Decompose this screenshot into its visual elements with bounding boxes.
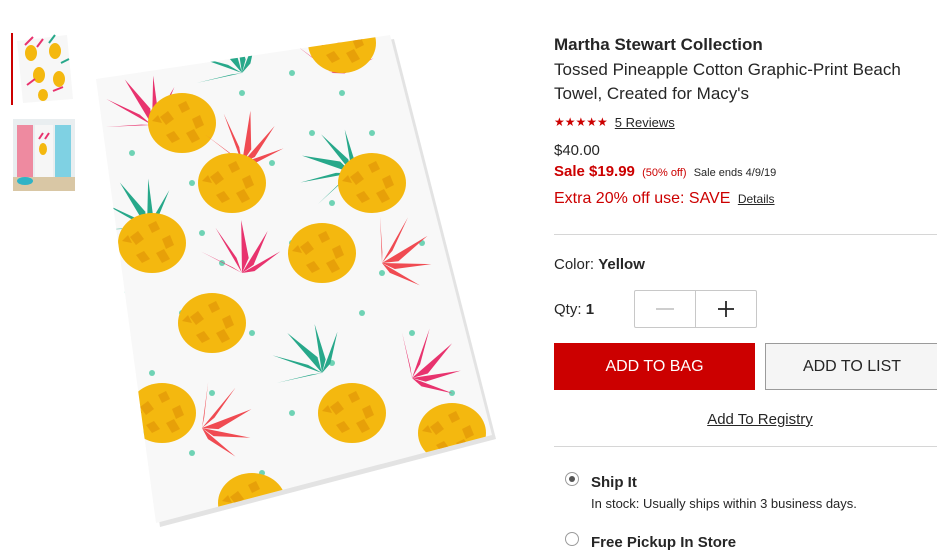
extra-offer: Extra 20% off use: SAVE Details [554,189,937,209]
original-price: $40.00 [554,142,600,159]
decrease-quantity-button[interactable] [635,291,695,327]
ship-it-radio[interactable] [565,472,579,486]
sale-end-date: Sale ends 4/9/19 [693,167,777,179]
product-brand[interactable]: Martha Stewart Collection [554,34,937,56]
pickup-title: Free Pickup In Store [591,534,737,551]
color-value: Yellow [598,256,645,273]
quantity-stepper [634,290,757,328]
sale-price: Sale $19.99 [554,163,635,180]
color-selection: Color: Yellow [554,256,645,273]
quantity-row: Qty: 1 [554,290,757,328]
add-to-list-button[interactable]: ADD TO LIST [765,343,937,390]
product-info: Martha Stewart Collection Tossed Pineapp… [554,34,937,209]
divider [554,234,937,235]
discount-percent: (50% off) [642,167,687,179]
add-to-registry-link[interactable]: Add To Registry [554,411,937,428]
color-label: Color: [554,256,595,273]
extra-offer-text: Extra 20% off use: SAVE [554,190,731,207]
sale-price-line: Sale $19.99 (50% off) Sale ends 4/9/19 [554,162,937,183]
thumbnail-list [11,33,79,205]
ship-it-availability: In stock: Usually ships within 3 busines… [591,496,857,511]
add-to-bag-button[interactable]: ADD TO BAG [554,343,755,390]
pickup-radio[interactable] [565,532,579,546]
qty-label-text: Qty: [554,300,582,318]
reviews-link[interactable]: 5 Reviews [615,115,675,130]
minus-icon [656,308,674,310]
product-rating: ★★★★★ 5 Reviews [554,114,937,130]
quantity-label: Qty: 1 [554,301,634,318]
ship-it-title: Ship It [591,474,637,491]
star-rating-icon: ★★★★★ [554,115,608,129]
increase-quantity-button[interactable] [695,291,756,327]
plus-icon [718,301,734,317]
product-title: Tossed Pineapple Cotton Graphic-Print Be… [554,60,901,103]
qty-value: 1 [585,300,595,318]
offer-details-link[interactable]: Details [738,192,775,206]
divider [554,446,937,447]
thumbnail-towel-lifestyle[interactable] [13,119,75,191]
product-main-image[interactable] [92,33,502,528]
thumbnail-towel-front[interactable] [11,33,75,105]
